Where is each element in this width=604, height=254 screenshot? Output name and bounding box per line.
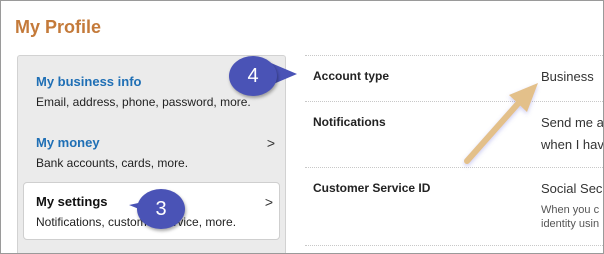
step-callout-4: 4 bbox=[229, 56, 277, 96]
window-frame: My Profile My business info Email, addre… bbox=[0, 0, 604, 254]
annotation-arrow bbox=[129, 63, 538, 213]
step-callout-3: 3 bbox=[137, 189, 185, 229]
